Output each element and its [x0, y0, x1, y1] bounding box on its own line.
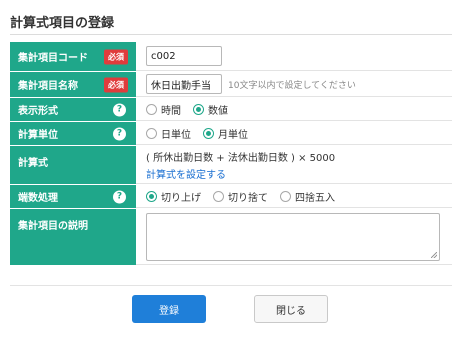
radio-circle-icon	[280, 190, 291, 202]
help-icon[interactable]: ?	[113, 190, 126, 203]
radio-time[interactable]: 時間	[146, 102, 181, 117]
radio-number-label: 数値	[208, 105, 228, 117]
label-calc-unit: 計算単位 ?	[10, 122, 136, 145]
radio-round-half-label: 四捨五入	[295, 192, 335, 204]
label-display-format-text: 表示形式	[18, 106, 58, 117]
label-item-code: 集計項目コード 必須	[10, 42, 136, 71]
value-item-name: 休日出勤手当 10文字以内で設定してください	[136, 72, 452, 97]
required-badge: 必須	[104, 77, 128, 92]
radio-daily-label: 日単位	[161, 129, 191, 141]
radio-selected-icon	[146, 190, 157, 202]
help-icon[interactable]: ?	[113, 103, 126, 116]
formula-expression: ( 所休出勤日数 + 法休出勤日数 ) × 5000	[146, 152, 336, 164]
radio-round-half[interactable]: 四捨五入	[280, 189, 335, 204]
radio-round-up[interactable]: 切り上げ	[146, 189, 201, 204]
row-formula: 計算式 ( 所休出勤日数 + 法休出勤日数 ) × 5000 計算式を設定する	[10, 146, 452, 185]
set-formula-link[interactable]: 計算式を設定する	[146, 166, 226, 181]
radio-daily[interactable]: 日単位	[146, 126, 191, 141]
value-rounding: 切り上げ 切り捨て 四捨五入	[136, 185, 452, 208]
description-textarea[interactable]	[146, 212, 440, 261]
row-description: 集計項目の説明	[10, 209, 452, 266]
item-name-hint: 10文字以内で設定してください	[228, 80, 356, 91]
footer-divider	[10, 285, 452, 286]
required-badge: 必須	[104, 49, 128, 64]
resize-grip-icon[interactable]	[431, 251, 437, 258]
label-item-name-text: 集計項目名称	[18, 81, 78, 92]
label-rounding-text: 端数処理	[18, 193, 58, 204]
label-description-text: 集計項目の説明	[18, 221, 88, 232]
close-button[interactable]: 閉じる	[254, 295, 328, 323]
radio-circle-icon	[146, 103, 157, 115]
radio-selected-icon	[193, 103, 204, 115]
value-description	[136, 209, 452, 265]
row-item-code: 集計項目コード 必須 c002	[10, 42, 452, 72]
label-display-format: 表示形式 ?	[10, 98, 136, 121]
label-formula: 計算式	[10, 146, 136, 184]
radio-round-up-label: 切り上げ	[161, 192, 201, 204]
label-item-name: 集計項目名称 必須	[10, 72, 136, 97]
page-title: 計算式項目の登録	[10, 16, 115, 31]
item-name-input[interactable]: 休日出勤手当	[146, 74, 222, 94]
item-code-input[interactable]: c002	[146, 46, 222, 66]
radio-selected-icon	[203, 127, 214, 139]
row-item-name: 集計項目名称 必須 休日出勤手当 10文字以内で設定してください	[10, 72, 452, 98]
radio-monthly-label: 月単位	[218, 129, 248, 141]
row-rounding: 端数処理 ? 切り上げ 切り捨て 四捨五入	[10, 185, 452, 209]
row-display-format: 表示形式 ? 時間 数値	[10, 98, 452, 122]
label-calc-unit-text: 計算単位	[18, 130, 58, 141]
value-calc-unit: 日単位 月単位	[136, 122, 452, 145]
radio-circle-icon	[213, 190, 224, 202]
radio-round-down-label: 切り捨て	[228, 192, 268, 204]
label-formula-text: 計算式	[18, 158, 48, 169]
help-icon[interactable]: ?	[113, 127, 126, 140]
value-display-format: 時間 数値	[136, 98, 452, 121]
registration-form: 集計項目コード 必須 c002 集計項目名称 必須 休日出勤手当 10文字以内で…	[10, 42, 452, 266]
row-calc-unit: 計算単位 ? 日単位 月単位	[10, 122, 452, 146]
label-rounding: 端数処理 ?	[10, 185, 136, 208]
label-item-code-text: 集計項目コード	[18, 53, 88, 64]
radio-monthly[interactable]: 月単位	[203, 126, 248, 141]
title-divider	[10, 34, 452, 35]
radio-circle-icon	[146, 127, 157, 139]
radio-number[interactable]: 数値	[193, 102, 228, 117]
register-button[interactable]: 登録	[132, 295, 206, 323]
radio-time-label: 時間	[161, 105, 181, 117]
value-item-code: c002	[136, 42, 452, 71]
radio-round-down[interactable]: 切り捨て	[213, 189, 268, 204]
label-description: 集計項目の説明	[10, 209, 136, 265]
value-formula: ( 所休出勤日数 + 法休出勤日数 ) × 5000 計算式を設定する	[136, 146, 452, 184]
